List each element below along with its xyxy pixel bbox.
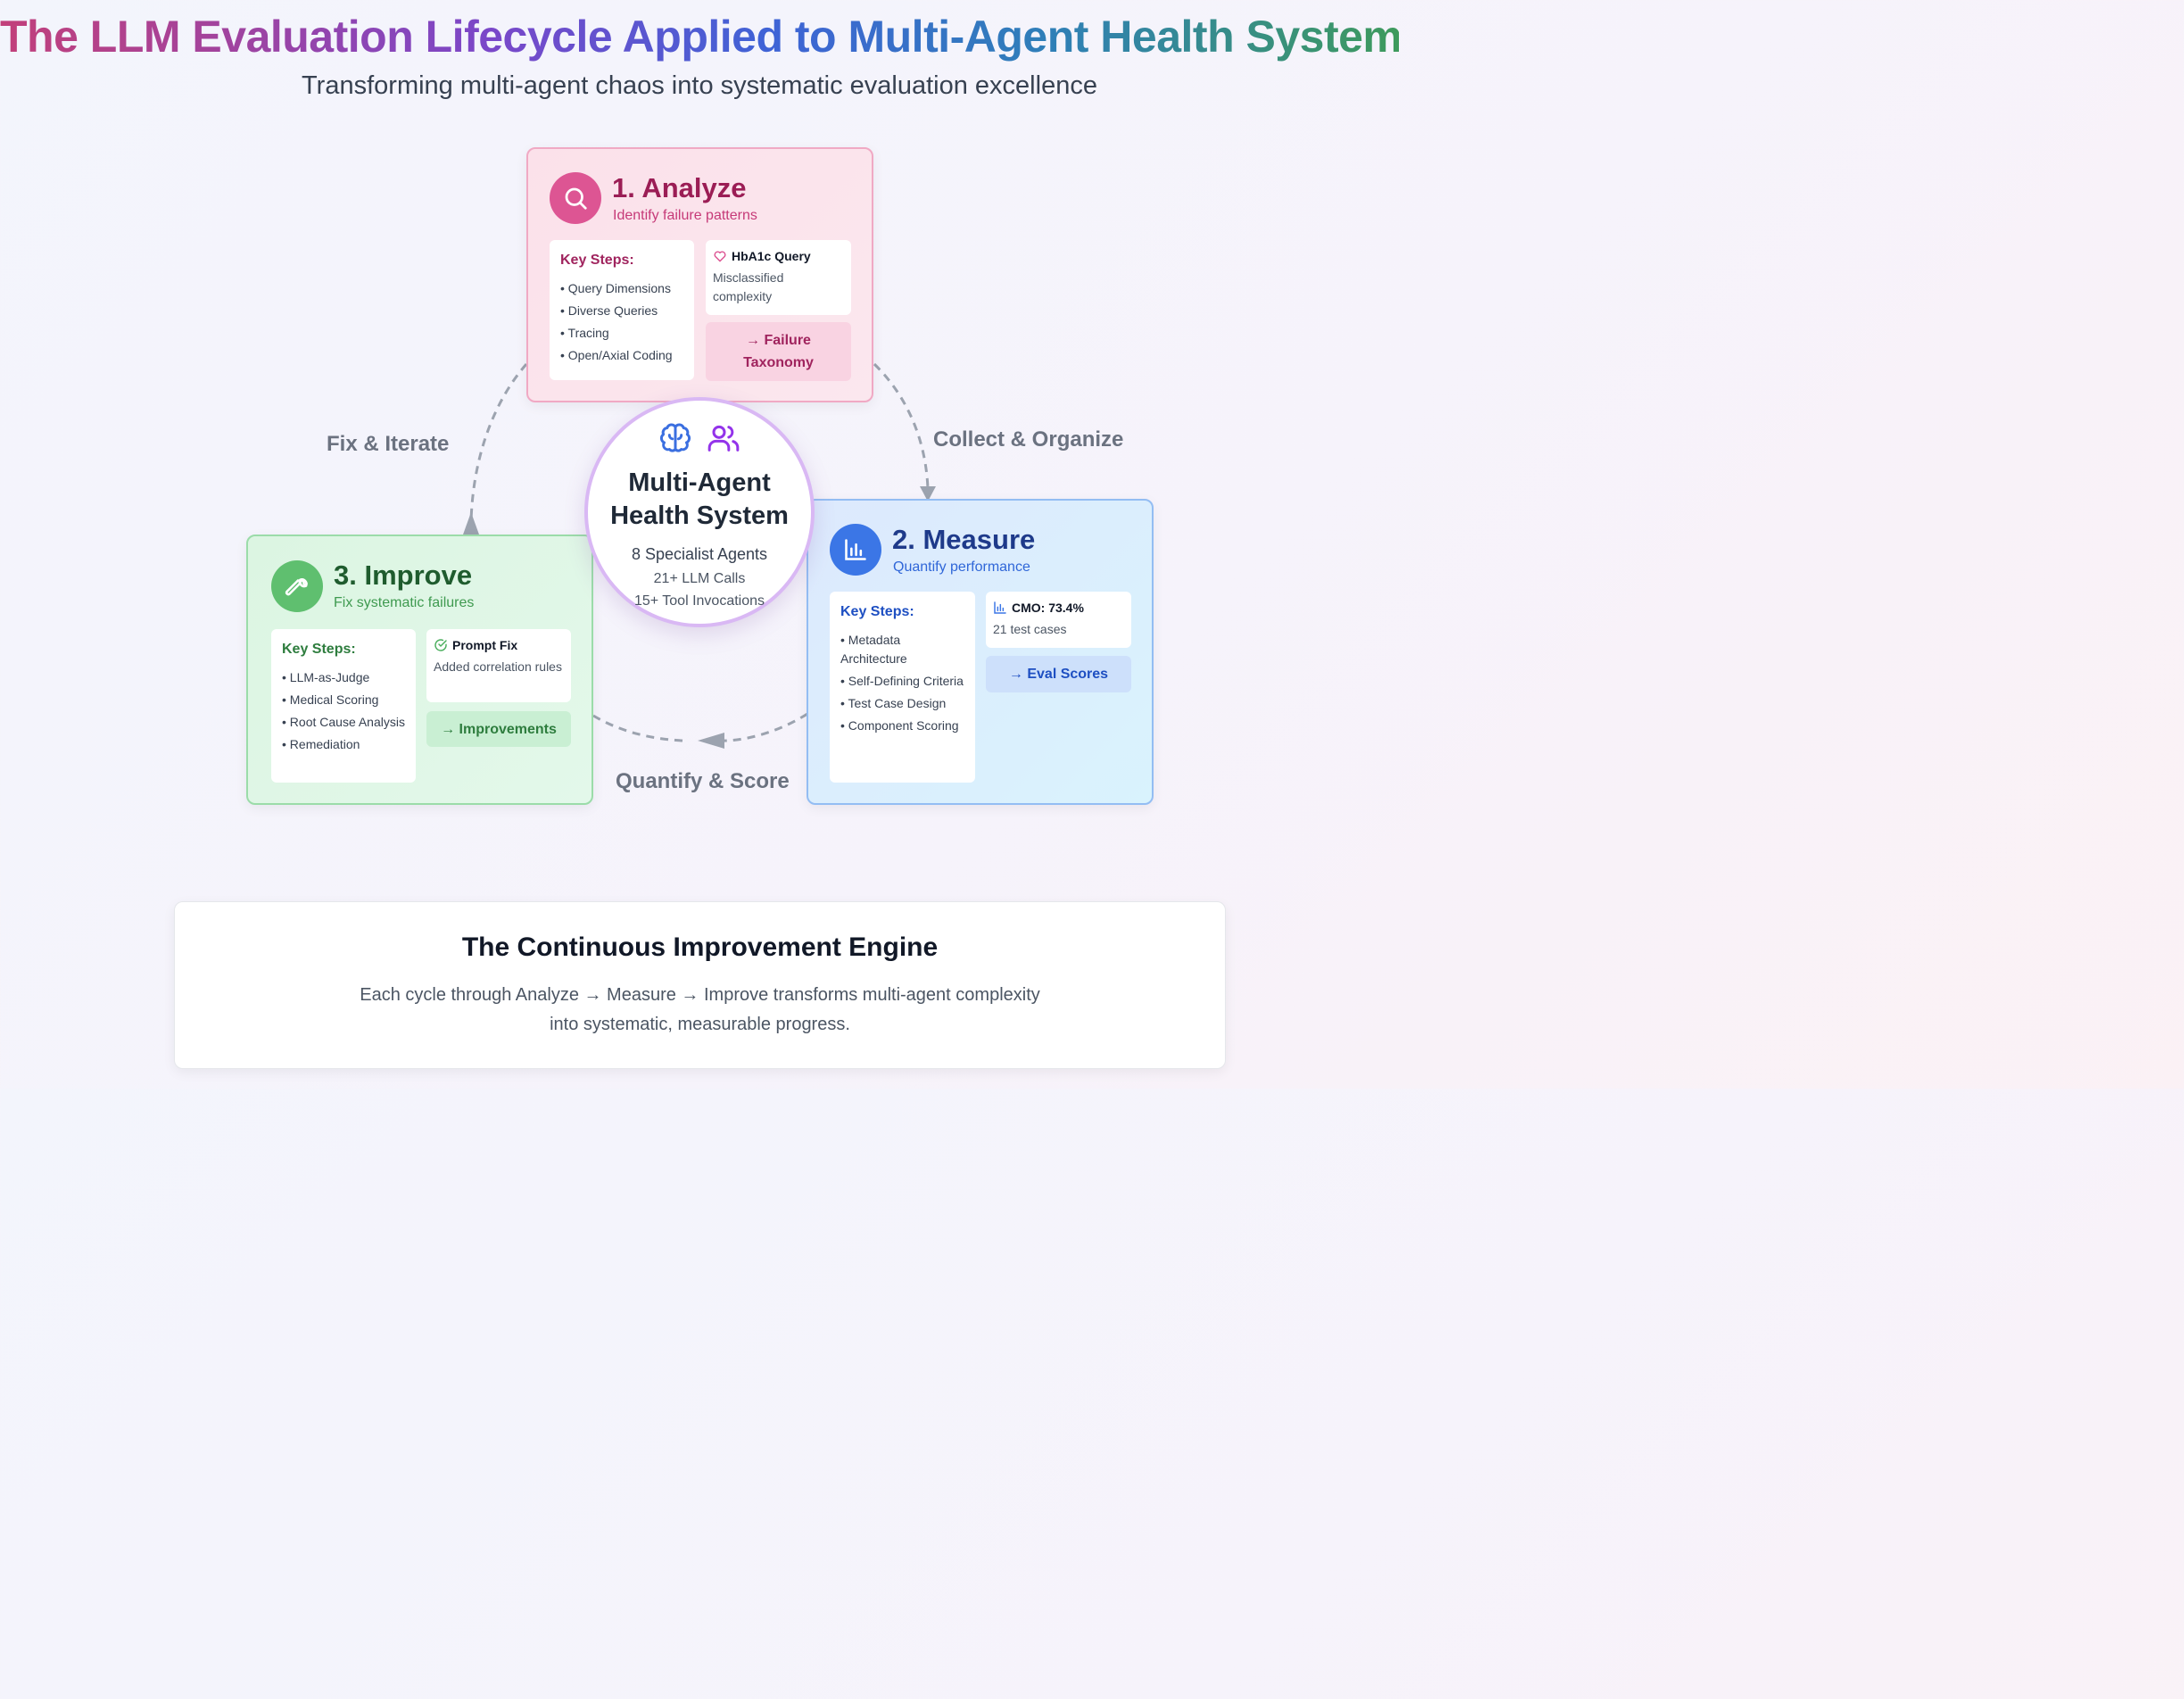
improve-outcome-badge: → Improvements (426, 711, 571, 747)
hub-title-line1: Multi-Agent (628, 468, 771, 497)
engine-text-line1: Each cycle through Analyze → Measure → I… (360, 985, 1040, 1005)
analyze-example-body: Misclassified complexity (713, 270, 784, 303)
analyze-example: HbA1c Query Misclassified complexity (706, 240, 851, 315)
arrow-quantify-score-head (698, 733, 724, 749)
improve-steps-title: Key Steps: (282, 642, 356, 657)
measure-step: Metadata Architecture (840, 631, 964, 667)
improve-example-body: Added correlation rules (434, 659, 562, 674)
measure-step: Component Scoring (840, 717, 964, 735)
analyze-key-steps: Key Steps: Query Dimensions Diverse Quer… (550, 240, 694, 380)
check-circle-icon (434, 639, 447, 651)
analyze-tagline: Identify failure patterns (613, 208, 757, 223)
search-icon (550, 172, 601, 224)
analyze-outcome-line1: → Failure (746, 333, 811, 348)
engine-text-line2: into systematic, measurable progress. (550, 1015, 850, 1034)
hub-specialist-agents: 8 Specialist Agents (631, 545, 768, 563)
improve-step: Medical Scoring (282, 691, 405, 709)
measure-example-body: 21 test cases (993, 622, 1067, 636)
bar-chart-icon (830, 524, 881, 576)
improve-title: 3. Improve (334, 559, 473, 591)
measure-title: 2. Measure (892, 524, 1036, 555)
measure-step: Self-Defining Criteria (840, 672, 964, 691)
analyze-card: 1. Analyze Identify failure patterns Key… (526, 147, 873, 402)
improve-step: Root Cause Analysis (282, 713, 405, 732)
improve-card: 3. Improve Fix systematic failures Key S… (246, 535, 593, 805)
analyze-step: Query Dimensions (560, 279, 683, 298)
measure-steps-title: Key Steps: (840, 604, 914, 619)
wrench-icon (271, 560, 323, 612)
measure-example-title: CMO: 73.4% (1012, 601, 1084, 615)
analyze-steps-title: Key Steps: (560, 253, 634, 268)
hub-title-line2: Health System (610, 501, 789, 530)
label-fix-iterate: Fix & Iterate (327, 432, 450, 456)
arrow-collect-organize (873, 362, 930, 490)
improve-step: LLM-as-Judge (282, 668, 405, 687)
multi-agent-hub: Multi-Agent Health System 8 Specialist A… (584, 397, 815, 627)
analyze-step: Open/Axial Coding (560, 346, 683, 365)
measure-example: CMO: 73.4% 21 test cases (986, 592, 1131, 648)
engine-description: Each cycle through Analyze → Measure → I… (175, 981, 1225, 1040)
improve-tagline: Fix systematic failures (334, 595, 475, 610)
improve-example-title: Prompt Fix (452, 638, 518, 652)
continuous-improvement-panel: The Continuous Improvement Engine Each c… (174, 901, 1226, 1069)
analyze-step: Diverse Queries (560, 302, 683, 320)
hub-tool-invocations: 15+ Tool Invocations (633, 593, 765, 609)
hub-llm-calls: 21+ LLM Calls (653, 571, 746, 586)
engine-title: The Continuous Improvement Engine (461, 932, 939, 962)
analyze-outcome-badge: → Failure Taxonomy (706, 322, 851, 381)
measure-card: 2. Measure Quantify performance Key Step… (807, 499, 1154, 805)
arrow-fix-iterate-head (463, 512, 479, 535)
improve-example: Prompt Fix Added correlation rules (426, 629, 571, 702)
analyze-outcome-line2: Taxonomy (743, 355, 814, 370)
brain-icon (659, 423, 691, 452)
arrow-fix-iterate (469, 363, 528, 523)
analyze-example-title: HbA1c Query (732, 249, 811, 263)
arrow-quantify-score (713, 712, 808, 742)
label-quantify-score: Quantify & Score (616, 769, 790, 793)
bar-chart-icon (994, 601, 1006, 614)
improve-step: Remediation (282, 735, 405, 754)
measure-step: Test Case Design (840, 694, 964, 713)
label-collect-organize: Collect & Organize (933, 427, 1124, 452)
analyze-title: 1. Analyze (612, 172, 747, 203)
measure-tagline: Quantify performance (893, 559, 1030, 575)
arrow-quantify-score-tail (592, 714, 683, 742)
measure-key-steps: Key Steps: Metadata Architecture Self-De… (830, 592, 975, 783)
improve-key-steps: Key Steps: LLM-as-Judge Medical Scoring … (271, 629, 416, 783)
measure-outcome-badge: → Eval Scores (986, 656, 1131, 692)
users-icon (707, 425, 740, 452)
analyze-step: Tracing (560, 324, 683, 343)
heart-icon (714, 251, 726, 262)
